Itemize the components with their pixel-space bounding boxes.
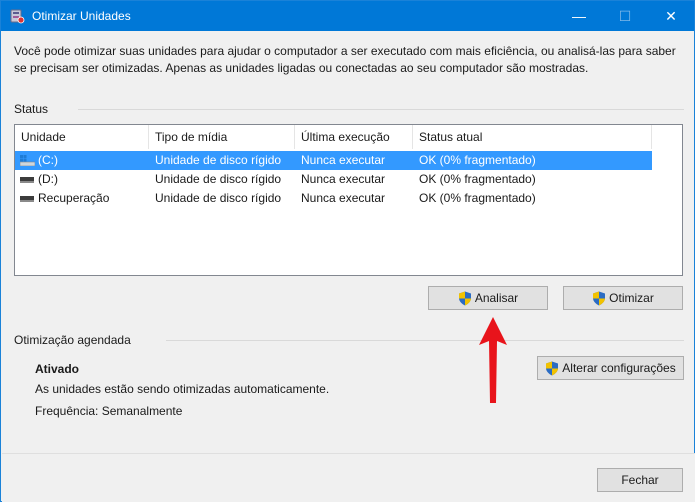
drive-name: (D:) xyxy=(15,170,58,189)
last-run: Nunca executar xyxy=(295,170,385,189)
defrag-app-icon xyxy=(9,8,25,24)
analyze-button-label: Analisar xyxy=(475,291,518,305)
maximize-button[interactable]: ☐ xyxy=(602,1,648,31)
current-status: OK (0% fragmentado) xyxy=(413,189,536,208)
close-button-label: Fechar xyxy=(621,473,658,487)
drives-list[interactable]: Unidade Tipo de mídia Última execução St… xyxy=(14,124,683,276)
optimize-drives-window: Otimizar Unidades — ☐ ✕ Você pode otimiz… xyxy=(0,0,695,502)
analyze-button[interactable]: Analisar xyxy=(428,286,548,310)
schedule-description: As unidades estão sendo otimizadas autom… xyxy=(35,382,329,396)
media-type: Unidade de disco rígido xyxy=(149,170,281,189)
window-title: Otimizar Unidades xyxy=(32,9,131,23)
column-header-last-run[interactable]: Última execução xyxy=(295,125,413,149)
media-type: Unidade de disco rígido xyxy=(149,189,281,208)
status-divider xyxy=(78,109,684,110)
minimize-button[interactable]: — xyxy=(556,1,602,31)
annotation-arrow-icon xyxy=(479,317,507,403)
last-run: Nunca executar xyxy=(295,189,385,208)
optimize-button-label: Otimizar xyxy=(609,291,654,305)
intro-text: Você pode otimizar suas unidades para aj… xyxy=(14,43,684,77)
drive-name: Recuperação xyxy=(15,189,109,208)
column-header-current-status[interactable]: Status atual xyxy=(413,125,652,149)
optimize-button[interactable]: Otimizar xyxy=(563,286,683,310)
list-header: Unidade Tipo de mídia Última execução St… xyxy=(15,125,682,149)
uac-shield-icon xyxy=(545,361,559,376)
table-row-recovery[interactable]: Recuperação Unidade de disco rígido Nunc… xyxy=(15,189,652,208)
close-window-button[interactable]: ✕ xyxy=(648,1,694,31)
scheduled-divider xyxy=(166,340,684,341)
change-settings-label: Alterar configurações xyxy=(562,361,675,375)
column-header-media-type[interactable]: Tipo de mídia xyxy=(149,125,295,149)
media-type: Unidade de disco rígido xyxy=(149,151,281,170)
schedule-state: Ativado xyxy=(35,362,79,376)
schedule-frequency: Frequência: Semanalmente xyxy=(35,404,182,418)
dialog-footer: Fechar xyxy=(2,453,695,502)
uac-shield-icon xyxy=(458,291,472,306)
table-row-d[interactable]: (D:) Unidade de disco rígido Nunca execu… xyxy=(15,170,652,189)
current-status: OK (0% fragmentado) xyxy=(413,151,536,170)
change-settings-button[interactable]: Alterar configurações xyxy=(537,356,684,380)
uac-shield-icon xyxy=(592,291,606,306)
table-row-c[interactable]: (C:) Unidade de disco rígido Nunca execu… xyxy=(15,151,652,170)
last-run: Nunca executar xyxy=(295,151,385,170)
status-section-label: Status xyxy=(14,102,48,116)
scheduled-section-label: Otimização agendada xyxy=(14,333,131,347)
close-button[interactable]: Fechar xyxy=(597,468,683,492)
title-bar: Otimizar Unidades — ☐ ✕ xyxy=(1,1,694,31)
column-header-drive[interactable]: Unidade xyxy=(15,125,149,149)
drive-name: (C:) xyxy=(15,151,58,170)
current-status: OK (0% fragmentado) xyxy=(413,170,536,189)
